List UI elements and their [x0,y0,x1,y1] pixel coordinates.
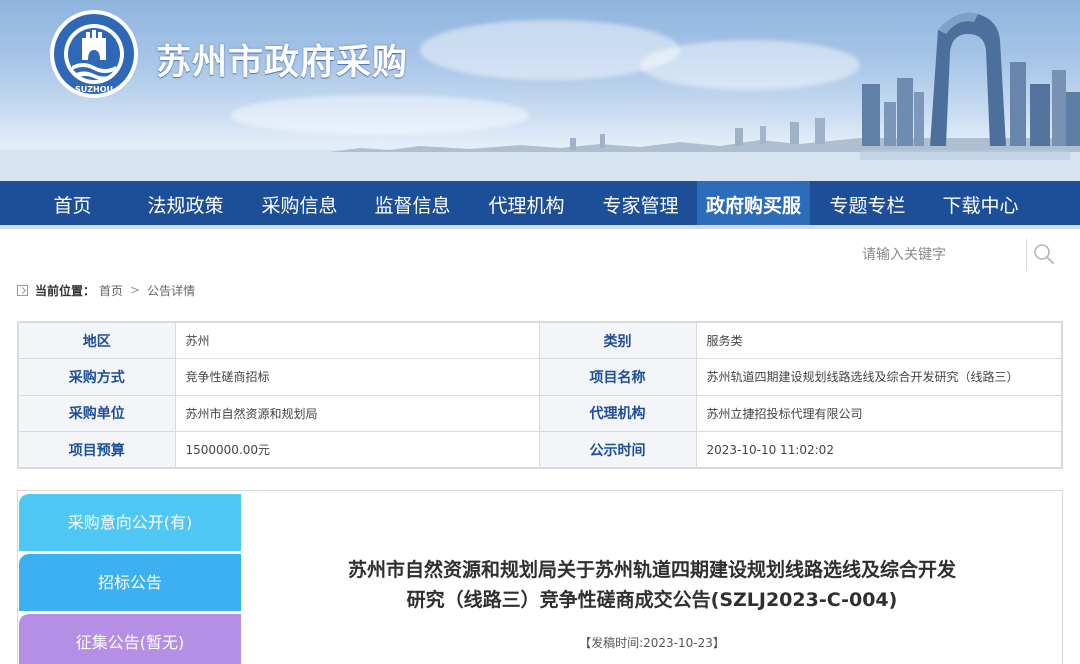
nav-item-supervision[interactable]: 监督信息 [356,181,469,225]
nav-item-experts[interactable]: 专家管理 [584,181,697,225]
info-value: 苏州轨道四期建设规划线路选线及综合开发研究（线路三） [695,358,1063,396]
nav-item-regulations[interactable]: 法规政策 [129,181,242,225]
info-key: 采购方式 [17,358,176,396]
main-nav: 首页 法规政策 采购信息 监督信息 代理机构 专家管理 政府购买服务 专题专栏 … [0,181,1080,267]
info-value: 竞争性磋商招标 [174,358,540,396]
table-row: 项目预算 1500000.00元 公示时间 2023-10-10 11:02:0… [17,431,1063,469]
info-key: 采购单位 [17,394,176,432]
nav-item-procurement[interactable]: 采购信息 [243,181,356,225]
side-tab-tender-notice[interactable]: 招标公告 [19,554,241,611]
info-value: 苏州市自然资源和规划局 [174,394,540,432]
breadcrumb: 当前位置： 首页 > 公告详情 [17,281,195,299]
info-value: 苏州立捷招投标代理有限公司 [695,394,1063,432]
nav-item-gov-services[interactable]: 政府购买服务 [697,181,810,267]
info-value: 苏州 [174,321,540,359]
info-key: 地区 [17,321,176,359]
site-title: 苏州市政府采购 [156,43,409,83]
location-icon [17,284,28,296]
notice-title-line: 苏州市自然资源和规划局关于苏州轨道四期建设规划线路选线及综合开发 [347,559,956,581]
info-key: 代理机构 [538,394,697,432]
search-icon[interactable] [1033,243,1055,265]
info-key: 类别 [538,321,697,359]
side-tab-procurement-intent[interactable]: 采购意向公开(有) [19,494,241,551]
info-value: 2023-10-10 11:02:02 [695,431,1063,469]
info-value: 1500000.00元 [174,431,540,469]
info-value: 服务类 [695,321,1063,359]
side-tab-solicitation-notice[interactable]: 征集公告(暂无) [19,614,241,664]
info-key: 项目预算 [17,431,176,469]
table-row: 地区 苏州 类别 服务类 [17,321,1063,359]
notice-title: 苏州市自然资源和规划局关于苏州轨道四期建设规划线路选线及综合开发 研究（线路三）… [262,555,1042,615]
info-key: 公示时间 [538,431,697,469]
header-banner: SUZHOU 苏州市政府采购 [0,0,1080,181]
nav-item-agencies[interactable]: 代理机构 [470,181,583,225]
nav-item-topics[interactable]: 专题专栏 [811,181,924,225]
publish-date: 【发稿时间:2023-10-23】 [579,636,725,650]
notice-title-line: 研究（线路三）竞争性磋商成交公告(SZLJ2023-C-004) [406,589,898,611]
nav-item-downloads[interactable]: 下载中心 [924,181,1037,225]
nav-item-home[interactable]: 首页 [16,181,129,225]
table-row: 采购单位 苏州市自然资源和规划局 代理机构 苏州立捷招投标代理有限公司 [17,394,1063,432]
logo-text: SUZHOU [75,85,113,94]
suzhou-logo-icon: SUZHOU [50,10,138,98]
project-info-table: 地区 苏州 类别 服务类 采购方式 竞争性磋商招标 项目名称 苏州轨道四期建设规… [17,321,1063,469]
breadcrumb-separator: > [130,283,141,297]
table-row: 采购方式 竞争性磋商招标 项目名称 苏州轨道四期建设规划线路选线及综合开发研究（… [17,358,1063,396]
city-skyline-image [0,12,1080,181]
info-key: 项目名称 [538,358,697,396]
search-input[interactable] [840,240,1024,270]
search-divider [1026,239,1027,271]
breadcrumb-current: 公告详情 [147,283,196,298]
breadcrumb-home-link[interactable]: 首页 [99,282,123,299]
breadcrumb-label: 当前位置： [35,283,96,298]
